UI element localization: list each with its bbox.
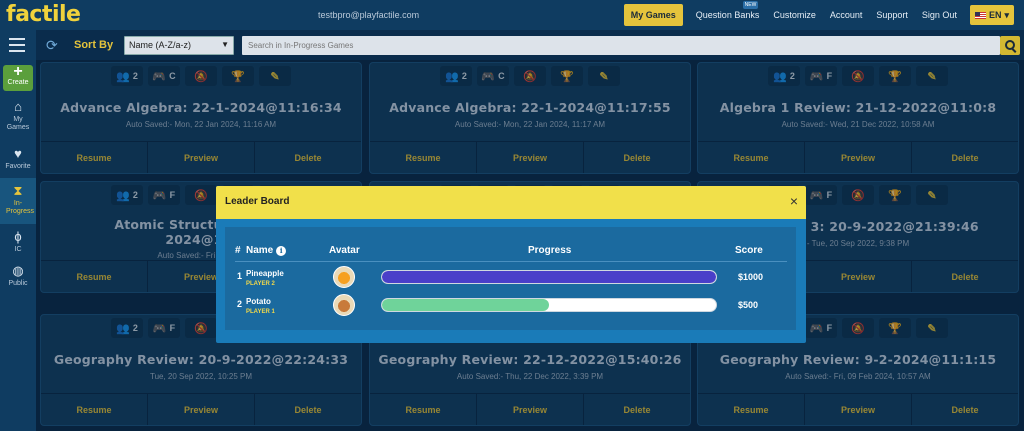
nav-customize[interactable]: Customize [766, 4, 823, 26]
toolbar: ⟳ Sort By Name (A-Z/a-z) ▼ Search in In-P… [36, 30, 1024, 60]
progress-bar [381, 298, 717, 312]
heart-icon: ♥ [14, 146, 22, 161]
header-name: Name i [246, 245, 287, 256]
progress-bar [381, 270, 717, 284]
search-input[interactable]: Search in In-Progress Games [242, 36, 1000, 55]
leaderboard-header: Leader Board × [216, 186, 806, 219]
info-icon[interactable]: i [276, 246, 287, 256]
header-progress: Progress [528, 245, 572, 256]
sort-by-label: Sort By [74, 39, 114, 51]
sidebar-item-label: My Games [6, 116, 30, 131]
search-icon[interactable] [1000, 36, 1020, 55]
potato-avatar [333, 294, 355, 316]
sidebar-item-my-games[interactable]: ⌂ My Games [0, 100, 36, 132]
user-email: testbpro@playfactile.com [318, 10, 420, 20]
create-button[interactable]: + Create [3, 63, 33, 91]
sidebar-item-in-progress[interactable]: ⧗ In-Progress [0, 178, 36, 224]
new-badge: NEW [742, 1, 759, 9]
leaderboard-table: # Name i Avatar Progress Score 1 Pineappl… [225, 227, 796, 330]
sort-select[interactable]: Name (A-Z/a-z) ▼ [124, 36, 234, 55]
top-navbar: factile testbpro@playfactile.com My Game… [0, 0, 1024, 30]
nav-question-banks[interactable]: Question Banks NEW [689, 1, 767, 26]
sidebar: + Create ⌂ My Games ♥ Favorite ⧗ In-Progress… [0, 30, 36, 431]
globe-icon: ◍ [12, 263, 24, 278]
row-rank: 1 [237, 271, 243, 281]
chevron-down-icon: ▾ [1004, 10, 1009, 20]
header-rank: # [235, 245, 241, 256]
header-score: Score [735, 245, 763, 256]
main-nav: My Games Question Banks NEW Customize Acc… [623, 1, 1014, 26]
plus-icon: + [13, 63, 23, 80]
progress-fill [382, 299, 549, 311]
chevron-down-icon: ▼ [221, 40, 229, 49]
player-label: PLAYER 2 [246, 281, 275, 287]
header-divider [235, 261, 787, 262]
hourglass-icon: ⧗ [13, 183, 23, 198]
factile-logo[interactable]: factile [6, 2, 81, 27]
nav-support[interactable]: Support [869, 4, 915, 26]
player-team-name: Potato [246, 297, 271, 306]
nav-sign-out[interactable]: Sign Out [915, 4, 964, 26]
nav-my-games[interactable]: My Games [623, 4, 683, 26]
pineapple-avatar [333, 266, 355, 288]
sort-value: Name (A-Z/a-z) [129, 40, 192, 50]
hamburger-menu-icon[interactable] [9, 38, 25, 52]
header-name-label: Name [246, 245, 274, 256]
leaderboard-modal: Leader Board × # Name i Avatar Progress S… [216, 186, 806, 343]
sidebar-item-label: IC [14, 246, 22, 253]
refresh-icon[interactable]: ⟳ [46, 38, 58, 52]
sidebar-item-favorite[interactable]: ♥ Favorite [0, 147, 36, 171]
player-team-name: Pineapple [246, 269, 284, 278]
sidebar-item-label: Public [8, 280, 28, 287]
lasso-icon: ϕ [14, 229, 22, 244]
home-icon: ⌂ [14, 99, 22, 114]
close-icon[interactable]: × [790, 194, 798, 208]
language-label: EN [988, 10, 1002, 20]
player-label: PLAYER 1 [246, 309, 275, 315]
nav-question-banks-label: Question Banks [695, 10, 760, 20]
row-rank: 2 [237, 299, 243, 309]
row-score: $500 [738, 300, 759, 310]
leaderboard-title: Leader Board [225, 196, 290, 207]
progress-fill [382, 271, 716, 283]
create-label: Create [7, 79, 29, 86]
sidebar-item-label: In-Progress [6, 200, 35, 215]
sidebar-item-ic[interactable]: ϕ IC [0, 230, 36, 254]
us-flag-icon [974, 11, 986, 19]
header-avatar: Avatar [329, 245, 360, 256]
row-score: $1000 [738, 272, 764, 282]
sidebar-item-label: Favorite [5, 163, 31, 170]
nav-account[interactable]: Account [823, 4, 870, 26]
sidebar-item-public[interactable]: ◍ Public [0, 264, 36, 288]
language-selector[interactable]: EN ▾ [969, 5, 1014, 25]
